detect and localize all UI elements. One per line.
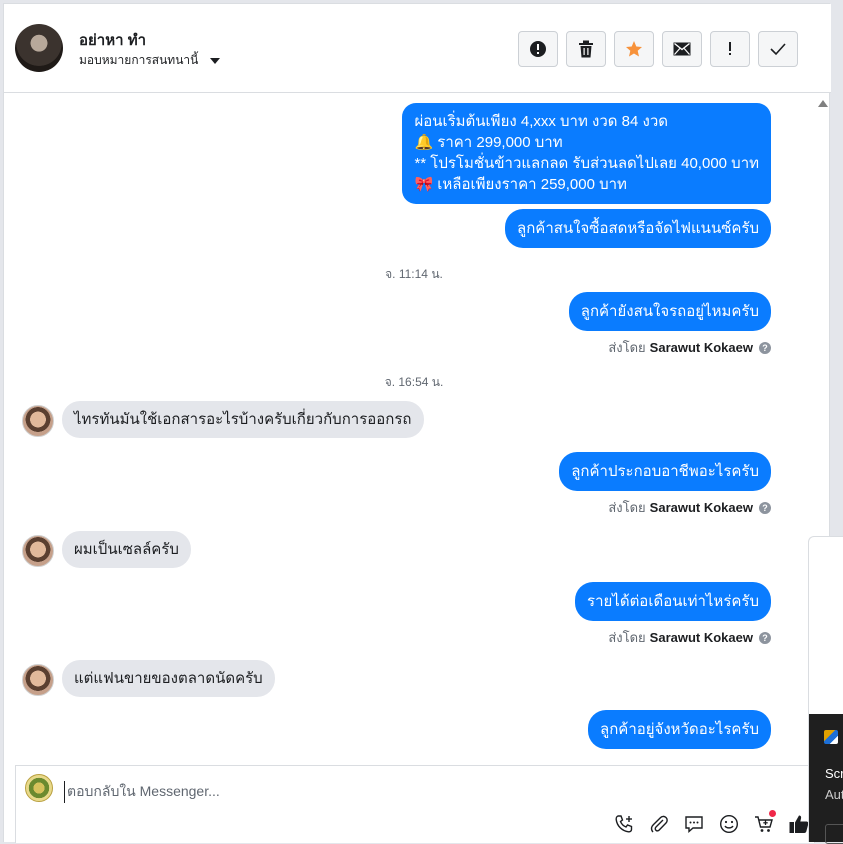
message-line: ** โปรโมชั่นข้าวแลกลด รับส่วนลดไปเลย 40,… xyxy=(414,155,759,172)
done-button[interactable] xyxy=(758,31,798,67)
timestamp: จ. 11:14 น. xyxy=(385,267,443,281)
help-icon[interactable]: ? xyxy=(759,501,771,514)
sent-by-prefix: ส่งโดย xyxy=(608,500,646,515)
message-line: 🎀 เหลือเพียงราคา 259,000 บาท xyxy=(414,176,627,193)
conversation-frame: อย่าหา ทำ มอบหมายการสนทนานี้ ผ่อนเริ่มต้… xyxy=(3,3,831,843)
timestamp: จ. 16:54 น. xyxy=(384,375,444,389)
help-icon[interactable]: ? xyxy=(759,631,771,644)
star-icon xyxy=(626,41,642,57)
message-thread[interactable]: ผ่อนเริ่มต้นเพียง 4,xxx บาท งวด 84 งวด 🔔… xyxy=(4,94,816,764)
message-incoming[interactable]: แต่แฟนขายของตลาดนัดครับ xyxy=(62,660,275,697)
contact-avatar-small[interactable] xyxy=(22,405,54,437)
reply-input[interactable]: ตอบกลับใน Messenger... xyxy=(64,781,220,803)
scroll-up-arrow-icon[interactable] xyxy=(818,100,828,107)
page-avatar xyxy=(25,774,53,802)
notification-dot xyxy=(769,810,776,817)
message-outgoing[interactable]: ลูกค้าสนใจซื้อสดหรือจัดไฟแนนซ์ครับ xyxy=(505,209,771,248)
assign-label: มอบหมายการสนทนานี้ xyxy=(79,53,199,67)
exclamation-circle-icon xyxy=(530,41,546,57)
chat-bubble-icon[interactable] xyxy=(683,813,705,835)
composer-toolbar xyxy=(613,810,810,835)
reply-composer: ตอบกลับใน Messenger... xyxy=(15,765,815,843)
sent-by-prefix: ส่งโดย xyxy=(608,630,646,645)
sent-by-label: ส่งโดย Sarawut Kokaew ? xyxy=(608,497,771,518)
checkmark-icon xyxy=(770,43,786,56)
toast-button[interactable] xyxy=(825,824,843,844)
contact-avatar[interactable] xyxy=(15,24,63,72)
envelope-icon xyxy=(673,42,691,56)
message-outgoing[interactable]: รายได้ต่อเดือนเท่าไหร่ครับ xyxy=(575,582,771,621)
message-outgoing[interactable]: ผ่อนเริ่มต้นเพียง 4,xxx บาท งวด 84 งวด 🔔… xyxy=(402,103,771,204)
sent-by-label: ส่งโดย Sarawut Kokaew ? xyxy=(608,337,771,358)
phone-add-icon[interactable] xyxy=(613,813,635,835)
message-incoming[interactable]: ผมเป็นเซลล์ครับ xyxy=(62,531,191,568)
sent-by-prefix: ส่งโดย xyxy=(608,340,646,355)
trash-icon xyxy=(579,40,593,58)
toast-title: Scr xyxy=(825,766,843,781)
message-outgoing[interactable]: ลูกค้าอยู่จังหวัดอะไรครับ xyxy=(588,710,771,749)
caret-down-icon xyxy=(210,57,221,64)
mark-unread-button[interactable] xyxy=(662,31,702,67)
toast-subtitle: Aut xyxy=(825,787,843,802)
message-line: 🔔 ราคา 299,000 บาท xyxy=(414,134,563,151)
sent-by-label: ส่งโดย Sarawut Kokaew ? xyxy=(608,627,771,648)
conversation-header: อย่าหา ทำ มอบหมายการสนทนานี้ xyxy=(4,4,831,93)
help-icon[interactable]: ? xyxy=(759,341,771,354)
delete-button[interactable] xyxy=(566,31,606,67)
contact-avatar-small[interactable] xyxy=(22,664,54,696)
message-line: ผ่อนเริ่มต้นเพียง 4,xxx บาท งวด 84 งวด xyxy=(414,113,669,130)
message-incoming[interactable]: ไทรทันมันใช้เอกสารอะไรบ้างครับเกี่ยวกับก… xyxy=(62,401,424,438)
message-outgoing[interactable]: ลูกค้ายังสนใจรถอยู่ไหมครับ xyxy=(568,292,771,331)
paperclip-icon[interactable] xyxy=(648,813,670,835)
contact-avatar-small[interactable] xyxy=(22,535,54,567)
contact-name[interactable]: อย่าหา ทำ xyxy=(79,28,146,52)
app-icon xyxy=(824,730,838,744)
emoji-icon[interactable] xyxy=(718,813,740,835)
assign-conversation-dropdown[interactable]: มอบหมายการสนทนานี้ xyxy=(79,51,221,70)
sent-by-author[interactable]: Sarawut Kokaew xyxy=(650,500,753,515)
exclamation-icon xyxy=(729,42,731,55)
report-button[interactable] xyxy=(518,31,558,67)
notification-toast[interactable]: Scr Aut xyxy=(809,714,843,844)
star-button[interactable] xyxy=(614,31,654,67)
thumbs-up-icon[interactable] xyxy=(788,813,810,835)
sent-by-author[interactable]: Sarawut Kokaew xyxy=(650,630,753,645)
flag-button[interactable] xyxy=(710,31,750,67)
message-outgoing[interactable]: ลูกค้าประกอบอาชีพอะไรครับ xyxy=(559,452,771,491)
cart-icon[interactable] xyxy=(753,810,776,835)
sent-by-author[interactable]: Sarawut Kokaew xyxy=(650,340,753,355)
